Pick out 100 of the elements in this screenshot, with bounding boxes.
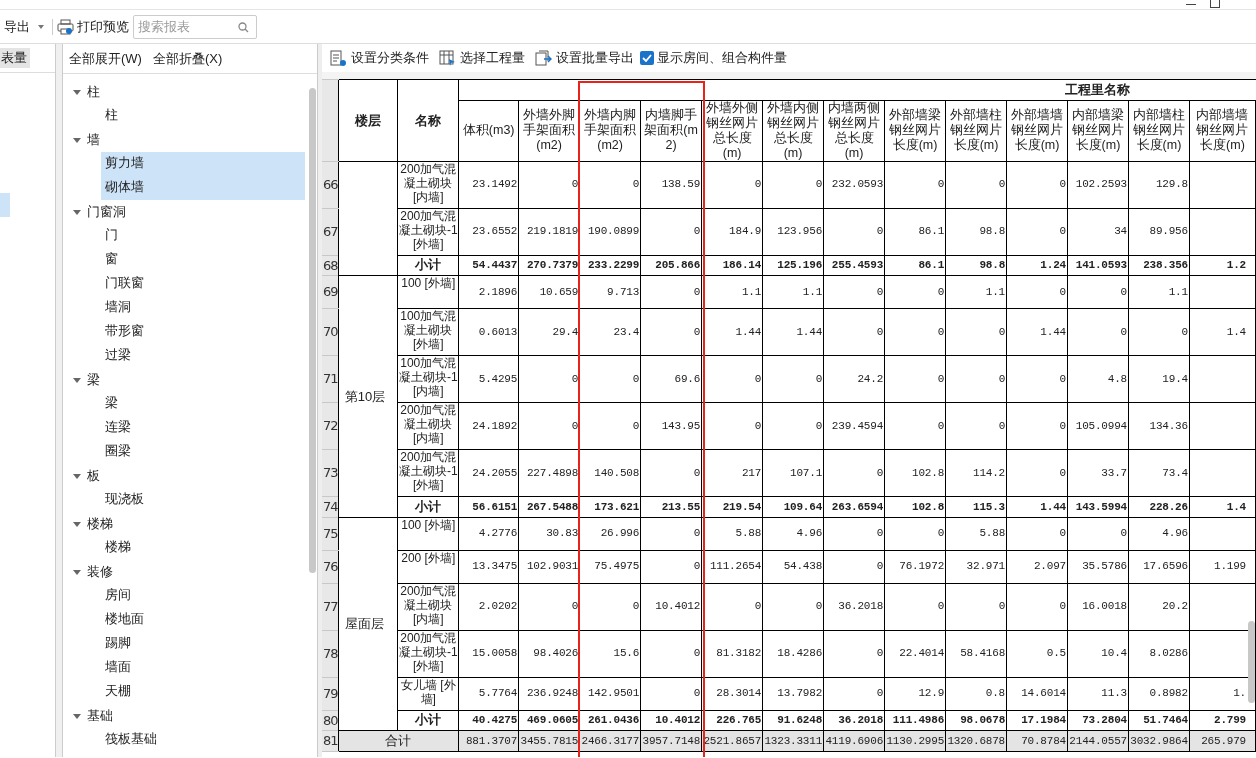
tree-item[interactable]: 柱 [87,82,100,102]
caret-icon[interactable] [73,520,81,528]
table-cell: 5.4295 [458,355,519,403]
export-button[interactable]: 导出 [4,16,32,37]
table-cell: 16.0018 [1067,583,1129,630]
table-cell: 小计 [397,710,459,731]
tree-item[interactable]: 楼梯 [87,514,113,534]
tree-item[interactable]: 门窗洞 [87,202,126,222]
table-cell: 190.0899 [579,208,641,255]
caret-icon[interactable] [73,568,81,576]
scrollbar-thumb[interactable] [308,88,316,573]
tree-item[interactable]: 梁 [101,392,305,416]
tree-item[interactable]: 墙洞 [101,296,305,320]
batch-export-button[interactable]: 设置批量导出 [535,48,634,68]
row-number: 69 [322,275,339,309]
table-cell: 0 [1006,402,1068,450]
print-preview-button[interactable]: 打印预览 [57,16,129,37]
tree-item[interactable]: 圈梁 [101,440,305,464]
tree-item[interactable]: 过梁 [101,344,305,368]
expand-all-button[interactable]: 全部展开(W) [69,48,142,69]
column-header: 内部墙墙钢丝网片长度(m) [1189,100,1256,161]
table-cell: 0 [823,208,885,255]
table-cell: 1.1 [1128,275,1190,309]
tree-item[interactable]: 现浇板 [101,488,305,512]
panel-tab[interactable]: 表量 [0,48,30,68]
minimize-icon[interactable] [1186,4,1196,6]
table-cell: 109.64 [762,496,824,517]
tree-item[interactable]: 墙面 [101,656,305,680]
column-header: 外墙外侧钢丝网片总长度(m) [701,100,763,161]
table-cell: 0 [1006,583,1068,630]
table-cell: 51.7464 [1128,710,1190,731]
export-pages-icon [535,49,552,67]
table-cell: 10.4 [1067,630,1129,677]
caret-icon[interactable] [73,472,81,480]
table-cell: 73.4 [1128,449,1190,497]
table-cell: 1.1 [945,275,1007,309]
table-cell: 1.2 [1189,255,1256,276]
table-cell: 22.4014 [884,630,946,677]
tree-item[interactable]: 柱 [101,104,305,128]
tree-item[interactable]: 房间 [101,584,305,608]
tree-item[interactable]: 砌体墙 [101,176,305,200]
checkmark-icon [642,54,652,62]
caret-icon[interactable] [38,24,44,29]
table-cell: 100 [外墙] [397,517,459,550]
row-number: 71 [322,355,339,403]
select-quantity-button[interactable]: 选择工程量 [439,48,525,68]
tree-item[interactable]: 墙 [87,130,100,150]
row-number: 68 [322,255,339,276]
table-cell: 102.8 [884,496,946,517]
table-cell: 0 [579,161,641,208]
caret-icon[interactable] [73,712,81,720]
caret-icon[interactable] [73,88,81,96]
column-header: 外部墙墙钢丝网片长度(m) [1006,100,1068,161]
tree-item[interactable]: 踢脚 [101,632,305,656]
table-cell: 5.88 [701,517,763,550]
table-cell: 0 [701,402,763,450]
caret-icon[interactable] [73,208,81,216]
checkbox[interactable] [640,51,654,65]
table-cell: 0 [640,517,702,550]
table-cell: 0 [823,550,885,583]
search-field[interactable]: 搜索报表 [133,14,257,39]
table-cell: 40.4275 [458,710,519,731]
checkbox-label[interactable]: 显示房间、组合构件量 [657,48,787,68]
tree-item[interactable]: 筏板基础 [101,728,305,752]
table-cell: 32.971 [945,550,1007,583]
table-cell: 86.1 [884,208,946,255]
table-cell: 0 [762,402,824,450]
table-cell: 24.1892 [458,402,519,450]
tree-item[interactable]: 连梁 [101,416,305,440]
collapse-all-button[interactable]: 全部折叠(X) [152,48,223,69]
tree-item[interactable]: 带形窗 [101,320,305,344]
tree-item[interactable]: 楼梯 [101,536,305,560]
tree-item[interactable]: 基础 [87,706,113,726]
tree-item[interactable]: 板 [87,466,100,486]
scrollbar-thumb[interactable] [1248,621,1255,703]
tree-item[interactable]: 门 [101,224,305,248]
table-cell: 228.26 [1128,496,1190,517]
table-cell: 0 [640,630,702,677]
table-cell: 0 [945,355,1007,403]
tree-item[interactable]: 剪力墙 [101,152,305,176]
row-number: 74 [322,496,339,517]
tree-item[interactable]: 梁 [87,370,100,390]
table-cell: 0 [640,677,702,710]
caret-icon[interactable] [73,136,81,144]
table-cell: 1.1 [762,275,824,309]
tree-item[interactable]: 窗 [101,248,305,272]
table-cell: 89.956 [1128,208,1190,255]
table-cell: 33.7 [1067,449,1129,497]
tree-item[interactable]: 楼地面 [101,608,305,632]
tree-item[interactable]: 天棚 [101,680,305,704]
table-cell: 0 [884,308,946,356]
tree-item[interactable]: 装修 [87,562,113,582]
tree-item[interactable]: 门联窗 [101,272,305,296]
classify-settings-button[interactable]: 设置分类条件 [330,48,429,68]
table-cell: 36.2018 [823,583,885,630]
table-cell: 23.1492 [458,161,519,208]
table-cell: 141.0593 [1067,255,1129,276]
caret-icon[interactable] [73,376,81,384]
maximize-icon[interactable] [1210,0,1220,8]
table-cell: 11.3 [1067,677,1129,710]
